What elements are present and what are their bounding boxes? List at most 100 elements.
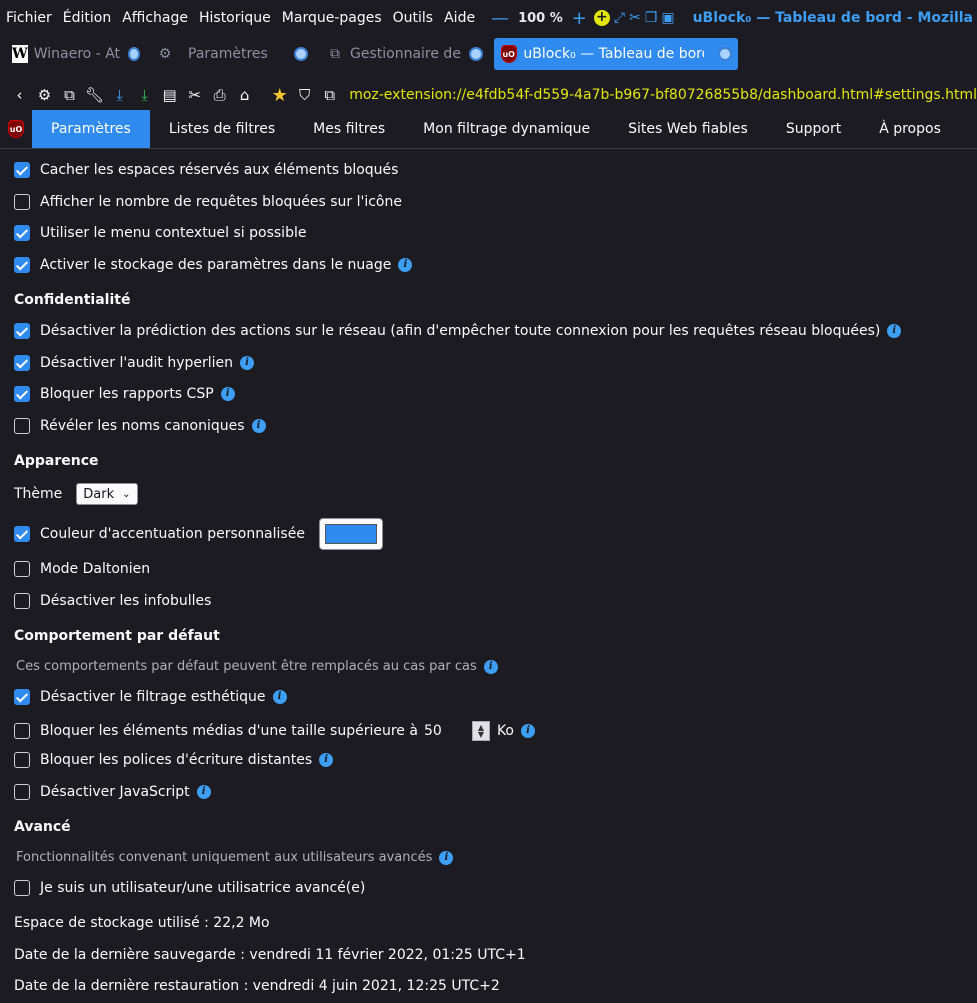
info-icon[interactable]: i — [521, 724, 536, 738]
menu-aide[interactable]: Aide — [438, 10, 480, 26]
info-icon[interactable]: i — [240, 356, 255, 370]
tab-label: Winaero - At the — [33, 46, 121, 62]
checkbox[interactable] — [14, 194, 30, 210]
checkbox[interactable] — [14, 418, 30, 434]
info-icon[interactable]: i — [319, 753, 334, 767]
setting-colorblind[interactable]: Mode Daltonien — [14, 561, 150, 577]
checkbox[interactable] — [14, 323, 30, 339]
tab-winaero[interactable]: W Winaero - At the — [6, 38, 146, 70]
spinner-icon[interactable]: ▲ ▼ — [471, 721, 490, 741]
setting-remote-fonts[interactable]: Bloquer les polices d'écriture distantes… — [14, 752, 334, 768]
setting-context-menu[interactable]: Utiliser le menu contextuel si possible — [14, 225, 306, 241]
info-icon[interactable]: i — [196, 785, 211, 799]
tab-support[interactable]: Support — [767, 110, 860, 148]
setting-show-badge-count[interactable]: Afficher le nombre de requêtes bloquées … — [14, 194, 402, 210]
tab-gestionnaire[interactable]: ⧉ Gestionnaire de — [320, 38, 490, 70]
url-bar[interactable]: moz-extension://e4fdb54f-d559-4a7b-b967-… — [349, 87, 977, 103]
zoom-out-button[interactable]: — — [486, 8, 514, 29]
settings-gear-icon[interactable]: ⚙ — [33, 83, 56, 107]
checkbox[interactable] — [14, 225, 30, 241]
checkbox[interactable] — [14, 752, 30, 768]
setting-prefetching[interactable]: Désactiver la prédiction des actions sur… — [14, 323, 902, 339]
tab-settings[interactable]: Paramètres — [32, 110, 150, 148]
back-icon[interactable]: ‹ — [8, 83, 31, 107]
setting-large-media[interactable]: Bloquer les éléments médias d'une taille… — [14, 721, 536, 741]
setting-label: Couleur d'accentuation personnalisée — [40, 526, 305, 542]
menu-edition[interactable]: Édition — [57, 10, 116, 26]
copy-icon[interactable]: ❐ — [645, 7, 658, 29]
extension-puzzle-icon[interactable]: ⧉ — [318, 83, 341, 107]
wrench-icon[interactable]: 🔧︎ — [83, 83, 106, 107]
checkbox[interactable] — [14, 257, 30, 273]
checkbox[interactable] — [14, 355, 30, 371]
menu-historique[interactable]: Historique — [193, 10, 276, 26]
tab-parametres[interactable]: ⚙ Paramètres — [150, 38, 316, 70]
info-icon[interactable]: i — [887, 324, 902, 338]
paste-icon[interactable]: ▣ — [661, 7, 674, 29]
sidebar-icon[interactable]: ▤ — [158, 83, 181, 107]
setting-accent-color[interactable]: Couleur d'accentuation personnalisée — [14, 518, 383, 550]
last-restore: Date de la dernière restauration : vendr… — [14, 978, 500, 994]
checkbox[interactable] — [14, 162, 30, 178]
shield-icon[interactable]: ⛉ — [293, 83, 316, 107]
checkbox[interactable] — [14, 386, 30, 402]
setting-cosmetic-filtering[interactable]: Désactiver le filtrage esthétique i — [14, 689, 287, 705]
bookmark-star-icon[interactable]: ★ — [268, 83, 291, 107]
download-icon[interactable]: ⤓ — [108, 83, 131, 107]
add-icon[interactable]: + — [593, 7, 610, 29]
container-indicator-icon — [718, 47, 733, 61]
setting-theme: Thème Dark ⌄ — [14, 483, 138, 505]
tab-filter-lists[interactable]: Listes de filtres — [150, 110, 294, 148]
setting-label: Désactiver le filtrage esthétique — [40, 689, 266, 705]
info-icon[interactable]: i — [398, 258, 413, 272]
extensions-icon[interactable]: ⧉ — [58, 83, 81, 107]
checkbox[interactable] — [14, 561, 30, 577]
setting-label: Utiliser le menu contextuel si possible — [40, 225, 307, 241]
tab-trusted-sites[interactable]: Sites Web fiables — [609, 110, 767, 148]
screenshot-icon[interactable]: ✂ — [183, 83, 206, 107]
menu-outils[interactable]: Outils — [387, 10, 438, 26]
print-icon[interactable]: ⎙ — [208, 83, 231, 107]
menu-affichage[interactable]: Affichage — [116, 10, 193, 26]
menu-fichier[interactable]: Fichier — [0, 10, 57, 26]
setting-csp-reports[interactable]: Bloquer les rapports CSP i — [14, 386, 235, 402]
zoom-in-button[interactable]: + — [567, 8, 592, 29]
checkbox[interactable] — [14, 880, 30, 896]
setting-hyperlink-auditing[interactable]: Désactiver l'audit hyperlien i — [14, 355, 255, 371]
checkbox[interactable] — [14, 689, 30, 705]
cut-icon[interactable]: ✂ — [629, 7, 641, 29]
checkbox[interactable] — [14, 526, 30, 542]
checkbox[interactable] — [14, 593, 30, 609]
fullscreen-icon[interactable]: ⤢ — [614, 7, 625, 29]
setting-cloud-storage[interactable]: Activer le stockage des paramètres dans … — [14, 257, 413, 273]
info-icon[interactable]: i — [220, 387, 235, 401]
setting-label: Désactiver la prédiction des actions sur… — [40, 323, 881, 339]
media-size-input[interactable]: 50 ▲ ▼ — [424, 721, 490, 741]
zoom-control: — 100 % + — [486, 8, 592, 29]
info-icon[interactable]: i — [272, 690, 287, 704]
setting-tooltips[interactable]: Désactiver les infobulles — [14, 593, 211, 609]
accent-color-picker[interactable] — [318, 518, 383, 550]
home-icon[interactable]: ⌂ — [233, 83, 256, 107]
theme-select[interactable]: Dark ⌄ — [76, 483, 138, 505]
theme-label: Thème — [14, 486, 63, 502]
ublock-logo-icon: uO — [0, 110, 32, 148]
info-icon[interactable]: i — [439, 850, 454, 865]
setting-disable-javascript[interactable]: Désactiver JavaScript i — [14, 784, 211, 800]
setting-advanced-user[interactable]: Je suis un utilisateur/une utilisatrice … — [14, 880, 365, 896]
download-green-icon[interactable]: ⤓ — [133, 83, 156, 107]
tab-about[interactable]: À propos — [860, 110, 960, 148]
checkbox[interactable] — [14, 784, 30, 800]
setting-hide-placeholders[interactable]: Cacher les espaces réservés aux éléments… — [14, 162, 398, 178]
tab-ublock-dashboard[interactable]: uO uBlock₀ — Tableau de bord — [494, 38, 738, 70]
tab-my-filters[interactable]: Mes filtres — [294, 110, 404, 148]
tab-dynamic-filtering[interactable]: Mon filtrage dynamique — [404, 110, 609, 148]
menu-marque-pages[interactable]: Marque-pages — [276, 10, 387, 26]
setting-cname-uncloak[interactable]: Révéler les noms canoniques i — [14, 418, 266, 434]
info-icon[interactable]: i — [483, 659, 498, 674]
divider — [0, 148, 977, 149]
checkbox[interactable] — [14, 723, 30, 739]
zoom-level[interactable]: 100 % — [514, 11, 567, 26]
puzzle-icon: ⧉ — [330, 46, 340, 62]
info-icon[interactable]: i — [251, 419, 266, 433]
